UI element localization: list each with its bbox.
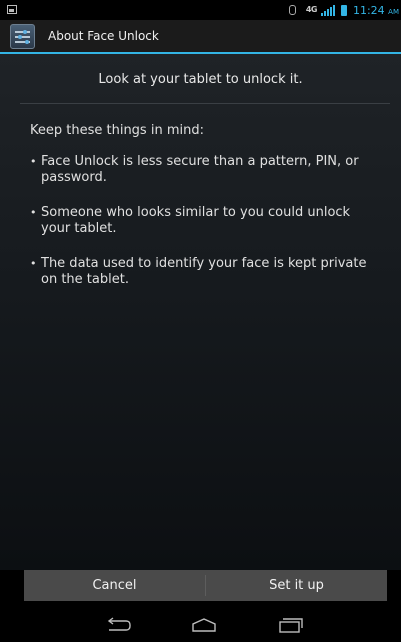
tips-list: Face Unlock is less secure than a patter… [30, 154, 375, 307]
button-bar: Cancel Set it up [24, 570, 387, 601]
settings-app-icon[interactable] [10, 24, 35, 49]
bluetooth-icon [288, 5, 296, 15]
page-title: About Face Unlock [48, 29, 159, 43]
clock-ampm: AM [388, 7, 399, 16]
action-bar: About Face Unlock [0, 20, 401, 54]
home-icon[interactable] [190, 616, 218, 634]
main-content: Look at your tablet to unlock it. Keep t… [0, 54, 401, 570]
signal-icon [320, 4, 335, 16]
set-it-up-button[interactable]: Set it up [206, 570, 387, 601]
clock-time: 11:24 [352, 3, 385, 17]
divider [20, 103, 390, 104]
list-item: Someone who looks similar to you could u… [30, 205, 375, 237]
battery-icon [340, 4, 347, 16]
headline: Look at your tablet to unlock it. [98, 72, 303, 87]
network-type-label: 4G [305, 5, 318, 14]
navigation-bar [0, 608, 401, 642]
status-bar: 4G 11:24 AM [0, 0, 401, 20]
back-icon[interactable] [104, 616, 132, 634]
status-icons: 4G 11:24 AM [288, 2, 399, 18]
picture-notification-icon [7, 5, 17, 14]
cancel-button[interactable]: Cancel [24, 570, 205, 601]
clock: 11:24 AM [353, 4, 399, 17]
intro-text: Keep these things in mind: [30, 123, 204, 138]
recent-apps-icon[interactable] [276, 616, 304, 634]
list-item: Face Unlock is less secure than a patter… [30, 154, 375, 186]
list-item: The data used to identify your face is k… [30, 256, 375, 288]
